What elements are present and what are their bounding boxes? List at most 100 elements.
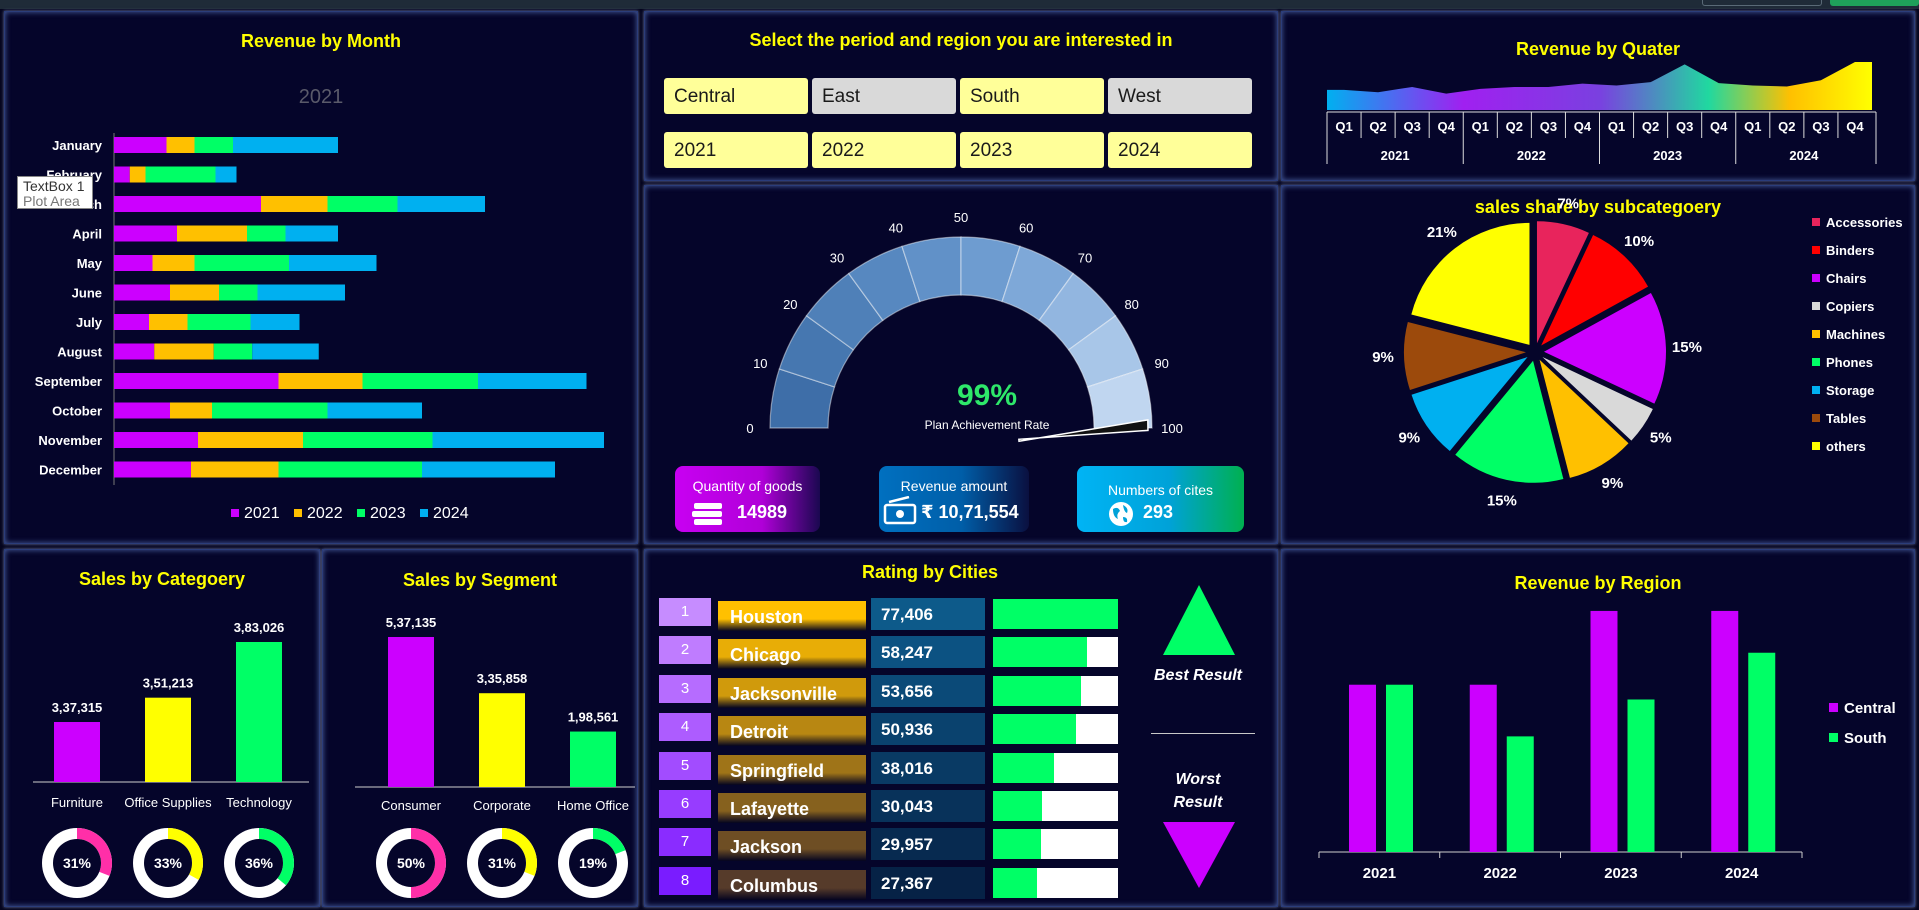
rating-value: 29,957 <box>871 828 985 861</box>
month-bar-segment <box>250 314 300 330</box>
gauge-tick-label: 20 <box>783 297 797 312</box>
top-share-button[interactable] <box>1830 0 1919 6</box>
rating-bar-track <box>993 675 1118 706</box>
month-legend-swatch <box>420 509 428 517</box>
bar-category-label: Technology <box>226 795 292 810</box>
rating-bar-track <box>993 637 1118 668</box>
month-bar-segment <box>170 402 212 419</box>
donut-percent-label: 31% <box>488 855 517 871</box>
pie-legend-swatch <box>1812 246 1820 254</box>
month-tick-label: September <box>35 374 102 389</box>
rating-bar-track <box>993 752 1118 783</box>
quarter-tick-label: Q2 <box>1506 119 1523 134</box>
month-legend-label: 2022 <box>307 505 343 522</box>
region-legend-swatch <box>1829 703 1838 712</box>
quarter-tick-label: Q1 <box>1335 119 1352 134</box>
region-bar-central <box>1711 610 1739 852</box>
month-bar-segment <box>170 284 219 301</box>
window-top-strip <box>0 0 1919 9</box>
region-bar-south <box>1748 652 1776 852</box>
bar-office-supplies <box>145 697 191 782</box>
slicer-region-east[interactable]: East <box>812 78 956 114</box>
books-icon <box>692 503 722 525</box>
rating-bar-fill <box>993 867 1037 898</box>
kpi-revenue-value: ₹ 10,71,554 <box>921 502 1019 522</box>
bar-category-label: Office Supplies <box>124 795 212 810</box>
pie-legend-swatch <box>1812 330 1820 338</box>
slicer-title: Select the period and region you are int… <box>749 30 1173 50</box>
bar-home-office <box>570 731 616 787</box>
gauge-tick-label: 40 <box>889 220 903 235</box>
gauge-tick-label: 70 <box>1078 250 1092 265</box>
pie-data-label: 9% <box>1602 475 1624 492</box>
month-bar-segment <box>289 255 377 271</box>
pie-legend-swatch <box>1812 414 1820 422</box>
rating-rank: 2 <box>659 636 711 665</box>
month-bar-segment <box>194 137 233 153</box>
slicer-year-2023[interactable]: 2023 <box>960 132 1104 168</box>
slicer-year-2021[interactable]: 2021 <box>664 132 808 168</box>
month-legend-swatch <box>231 509 239 517</box>
month-bar-segment <box>114 373 279 389</box>
quarter-year-label: 2021 <box>1381 148 1410 163</box>
rating-city: Houston <box>718 601 866 631</box>
pie-data-label: 9% <box>1398 429 1420 446</box>
rating-city: Jackson <box>718 831 866 862</box>
quarter-tick-label: Q2 <box>1369 119 1386 134</box>
rating-value: 30,043 <box>871 790 985 822</box>
month-bar-segment <box>397 196 485 212</box>
region-legend-label: South <box>1844 730 1887 747</box>
quarter-tick-label: Q4 <box>1574 119 1592 134</box>
month-bar-segment <box>114 432 198 448</box>
panel-segment: Sales by Segment 5,37,135 Consumer 50% 3,35… <box>322 549 638 907</box>
panel-rating: Rating by Cities 1 Houston 77,406 2 Chicago 5… <box>644 549 1278 907</box>
textbox-overlay[interactable]: TextBox 1 Plot Area <box>17 176 93 209</box>
region-category-label: 2024 <box>1725 865 1759 882</box>
top-toolbar-button[interactable] <box>1702 0 1822 6</box>
bar-category-label: Home Office <box>557 798 629 813</box>
kpi-revenue: Revenue amount ₹ 10,71,554 <box>879 466 1029 532</box>
bar-technology <box>236 642 282 782</box>
panel-category: Sales by Categoery 3,37,315 Furniture 31% 3… <box>4 549 320 907</box>
month-tick-label: January <box>52 138 103 153</box>
worst-result-label: Worst Result <box>1173 771 1223 811</box>
segment-bar-chart: 5,37,135 Consumer 50% 3,35,858 Corporate 31% 1… <box>355 615 635 898</box>
slicer-region-central[interactable]: Central <box>664 78 808 114</box>
rating-bar-track <box>993 791 1118 821</box>
rating-city: Lafayette <box>718 793 866 823</box>
rating-bar-track <box>993 829 1118 860</box>
rating-rank: 5 <box>659 751 711 780</box>
pie-legend-swatch <box>1812 302 1820 310</box>
gauge-tick-label: 90 <box>1154 356 1168 371</box>
region-bar-south <box>1386 684 1413 852</box>
month-bar-segment <box>212 402 328 419</box>
slicer-region-west[interactable]: West <box>1108 78 1252 114</box>
kpi-quantity: Quantity of goods 14989 <box>675 466 820 532</box>
month-bar-segment <box>432 432 604 448</box>
pie-data-label: 21% <box>1427 224 1457 241</box>
month-legend-label: 2023 <box>370 505 406 522</box>
panel-revenue-by-quarter: Revenue by Quater Q1 Q2 Q3 Q4 2021 Q1 Q2 Q3 Q4 20… <box>1281 11 1915 181</box>
month-bar-segment <box>152 255 195 271</box>
month-bar-segment <box>422 461 555 478</box>
month-bar-segment <box>198 432 303 448</box>
bar-category-label: Consumer <box>381 798 442 813</box>
pie-data-label: 5% <box>1650 429 1672 446</box>
bar-category-label: Furniture <box>51 795 103 810</box>
slicer-year-2022[interactable]: 2022 <box>812 132 956 168</box>
kpi-cities-value: 293 <box>1143 502 1174 522</box>
bar-corporate <box>479 693 525 787</box>
slicer-year-2024[interactable]: 2024 <box>1108 132 1252 168</box>
month-bar-segment <box>177 225 247 242</box>
quarter-year-label: 2023 <box>1653 148 1682 163</box>
pie-legend-label: Binders <box>1826 243 1874 258</box>
bar-category-label: Corporate <box>473 798 531 813</box>
month-bar-segment <box>114 284 170 301</box>
quarter-year-label: 2022 <box>1517 148 1546 163</box>
rating-rank: 4 <box>659 713 711 742</box>
slicer-region-south[interactable]: South <box>960 78 1104 114</box>
quarter-tick-label: Q3 <box>1540 119 1557 134</box>
quarter-tick-label: Q3 <box>1403 119 1420 134</box>
month-bar-segment <box>114 225 177 242</box>
kpi-cities: Numbers of cites 293 <box>1077 466 1244 532</box>
